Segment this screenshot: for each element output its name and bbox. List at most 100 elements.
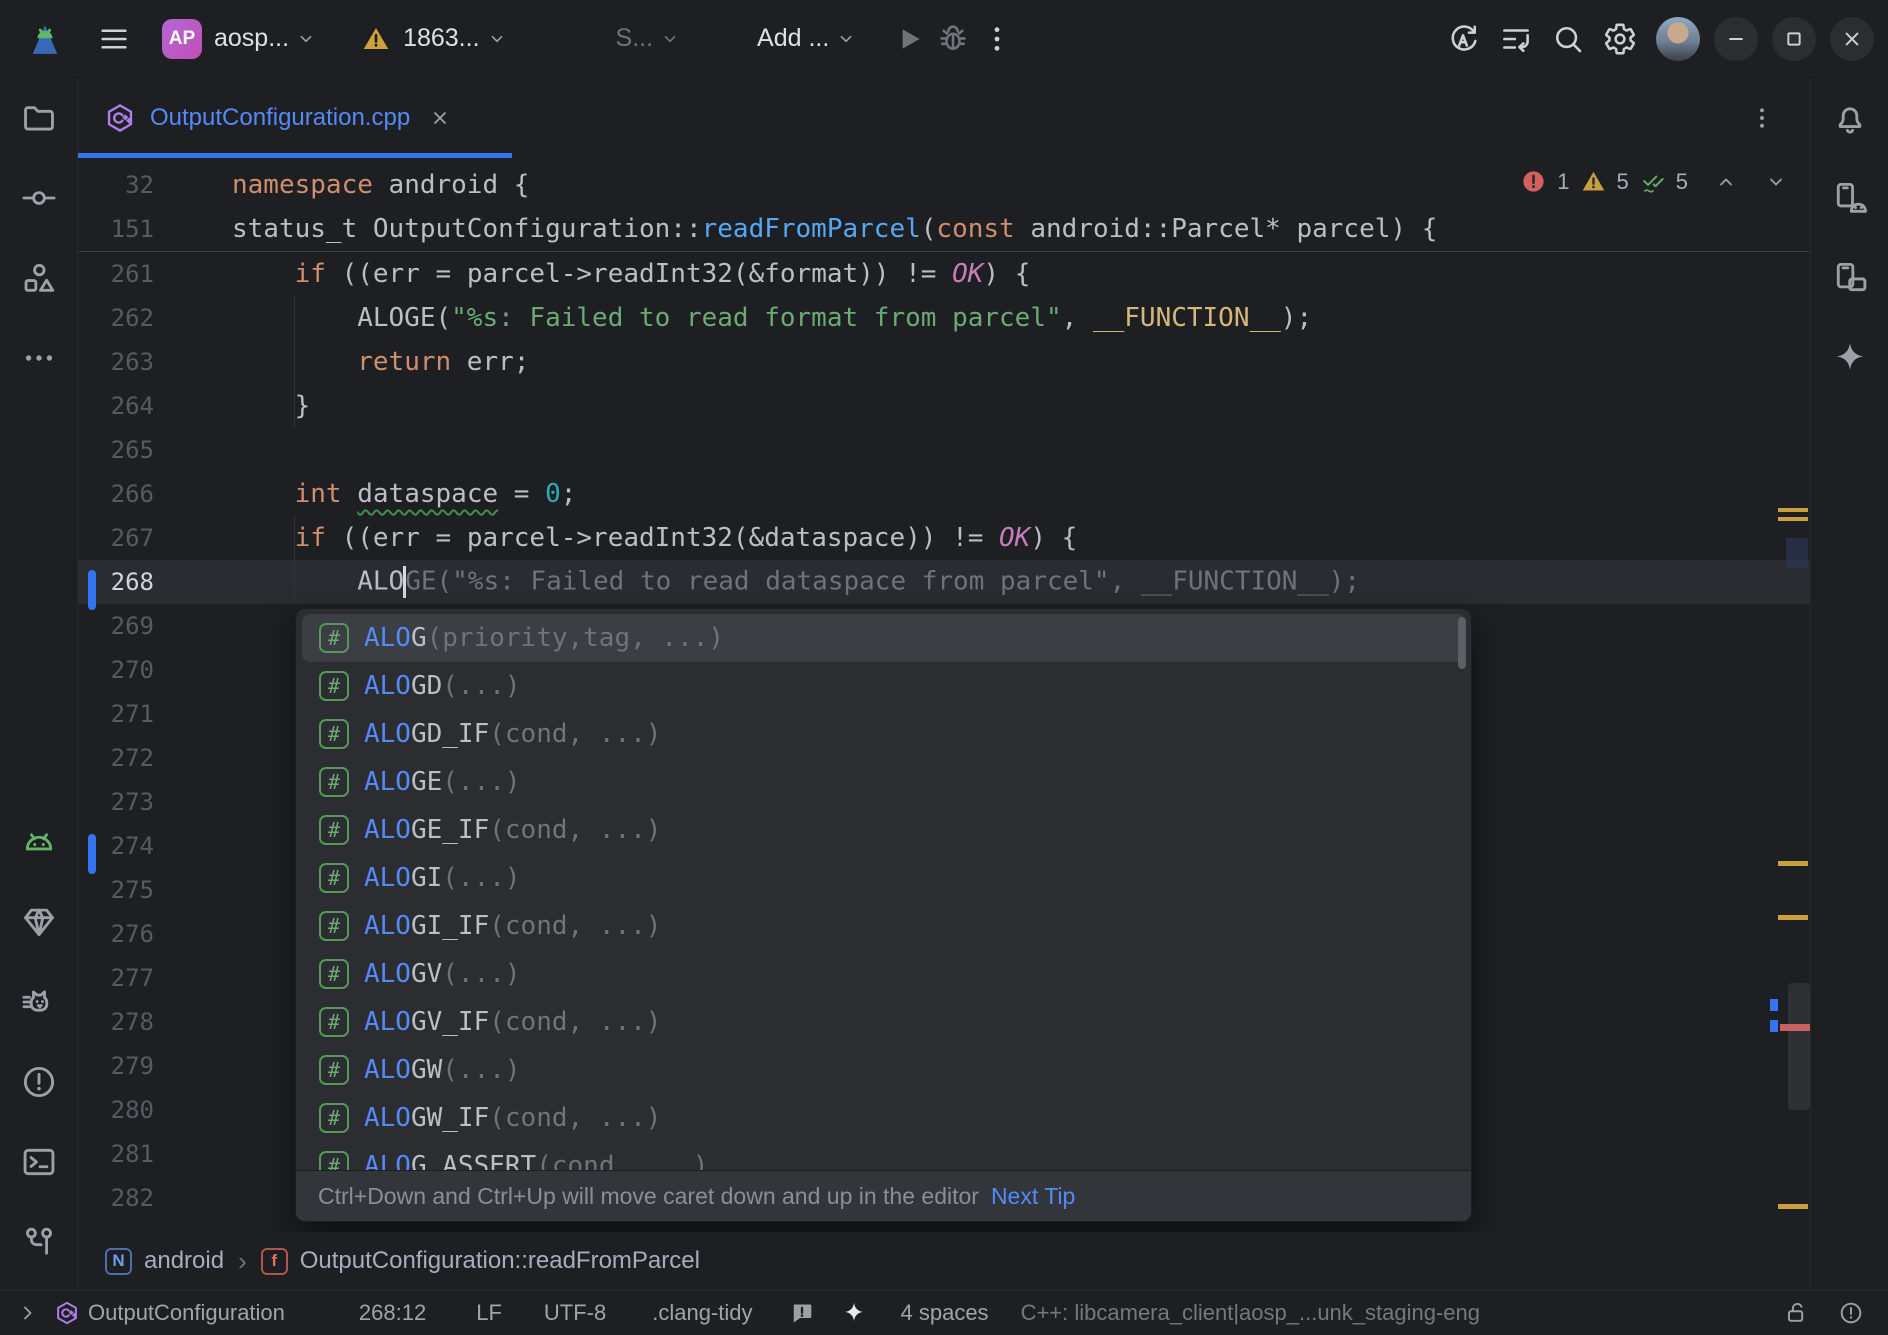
main-menu-button[interactable] bbox=[92, 17, 136, 61]
line-number[interactable]: 271 bbox=[78, 700, 160, 728]
line-number[interactable]: 267 bbox=[78, 524, 160, 552]
vcs-widget[interactable]: 1863... bbox=[361, 24, 507, 54]
run-button[interactable] bbox=[887, 17, 931, 61]
restore-layout-button[interactable] bbox=[1494, 17, 1538, 61]
line-number[interactable]: 277 bbox=[78, 964, 160, 992]
terminal-tool-button[interactable] bbox=[17, 1140, 61, 1184]
a-circular-arrow-button[interactable] bbox=[1442, 17, 1486, 61]
device-selector[interactable]: S... bbox=[604, 24, 682, 53]
breadcrumb-function[interactable]: fOutputConfiguration::readFromParcel bbox=[261, 1247, 700, 1275]
user-avatar[interactable] bbox=[1656, 17, 1700, 61]
maximize-button[interactable] bbox=[1772, 17, 1816, 61]
close-window-button[interactable] bbox=[1830, 17, 1874, 61]
line-number[interactable]: 268 bbox=[78, 568, 160, 596]
line-number[interactable]: 32 bbox=[78, 171, 160, 199]
statusbar-file[interactable]: OutputConfiguration bbox=[54, 1300, 285, 1326]
line-number[interactable]: 281 bbox=[78, 1140, 160, 1168]
running-devices-tool-button[interactable] bbox=[1828, 256, 1872, 300]
device-manager-tool-button[interactable] bbox=[1828, 176, 1872, 220]
editor-line-266[interactable]: 266 int dataspace = 0; bbox=[78, 472, 1810, 516]
run-configuration-selector[interactable]: Add ... bbox=[745, 24, 857, 53]
encoding-widget[interactable]: UTF-8 bbox=[544, 1300, 606, 1326]
problems-tool-button[interactable] bbox=[17, 1060, 61, 1104]
editor-line-268[interactable]: 268 ALOGE("%s: Failed to read dataspace … bbox=[78, 560, 1810, 604]
notifications-button[interactable] bbox=[1828, 96, 1872, 140]
inspections-widget[interactable]: 1 5 5 bbox=[1520, 168, 1788, 195]
inspection-bubble-icon[interactable] bbox=[789, 1300, 815, 1326]
line-number[interactable]: 264 bbox=[78, 392, 160, 420]
settings-button[interactable] bbox=[1598, 17, 1642, 61]
line-number[interactable]: 276 bbox=[78, 920, 160, 948]
completion-item-ALOGI[interactable]: #ALOGI(...) bbox=[302, 854, 1465, 902]
code-editor[interactable]: 32namespace android {151status_t OutputC… bbox=[78, 158, 1810, 1232]
completion-item-ALOGE_IF[interactable]: #ALOGE_IF(cond, ...) bbox=[302, 806, 1465, 854]
indent-guide bbox=[294, 515, 295, 603]
line-number[interactable]: 261 bbox=[78, 260, 160, 288]
completion-item-ALOGE[interactable]: #ALOGE(...) bbox=[302, 758, 1465, 806]
editor-line-261[interactable]: 261 if ((err = parcel->readInt32(&format… bbox=[78, 252, 1810, 296]
line-number[interactable]: 269 bbox=[78, 612, 160, 640]
line-number[interactable]: 272 bbox=[78, 744, 160, 772]
project-tool-button[interactable] bbox=[17, 96, 61, 140]
completion-item-ALOGW[interactable]: #ALOGW(...) bbox=[302, 1046, 1465, 1094]
more-tools-button[interactable] bbox=[17, 336, 61, 380]
close-tab-icon[interactable] bbox=[428, 106, 452, 130]
line-number[interactable]: 274 bbox=[78, 832, 160, 860]
project-avatar[interactable]: AP bbox=[162, 19, 202, 59]
caret-position-widget[interactable]: 268:12 bbox=[359, 1300, 426, 1326]
gemini-tool-button[interactable] bbox=[1828, 336, 1872, 380]
previous-problem-icon[interactable] bbox=[1714, 170, 1738, 194]
completion-item-ALOGD_IF[interactable]: #ALOGD_IF(cond, ...) bbox=[302, 710, 1465, 758]
editor-line-151[interactable]: 151status_t OutputConfiguration::readFro… bbox=[78, 207, 1810, 251]
next-problem-icon[interactable] bbox=[1764, 170, 1788, 194]
editor-line-262[interactable]: 262 ALOGE("%s: Failed to read format fro… bbox=[78, 296, 1810, 340]
completion-item-ALOGI_IF[interactable]: #ALOGI_IF(cond, ...) bbox=[302, 902, 1465, 950]
expand-stripe-icon[interactable] bbox=[16, 1301, 40, 1325]
breadcrumb-namespace[interactable]: Nandroid bbox=[105, 1247, 224, 1275]
completion-item-ALOG[interactable]: #ALOG(priority,tag, ...) bbox=[302, 614, 1465, 662]
app-quality-insights-tool-button[interactable] bbox=[17, 900, 61, 944]
line-number[interactable]: 151 bbox=[78, 215, 160, 243]
tab-outputconfiguration-cpp[interactable]: OutputConfiguration.cpp bbox=[78, 78, 512, 158]
line-number[interactable]: 262 bbox=[78, 304, 160, 332]
popup-scrollbar-thumb[interactable] bbox=[1458, 617, 1466, 669]
line-number[interactable]: 263 bbox=[78, 348, 160, 376]
device-selector-label: S... bbox=[616, 24, 654, 53]
completion-item-ALOGD[interactable]: #ALOGD(...) bbox=[302, 662, 1465, 710]
editor-line-267[interactable]: 267 if ((err = parcel->readInt32(&datasp… bbox=[78, 516, 1810, 560]
tab-options-button[interactable] bbox=[1740, 96, 1784, 140]
line-number[interactable]: 279 bbox=[78, 1052, 160, 1080]
completion-item-ALOGW_IF[interactable]: #ALOGW_IF(cond, ...) bbox=[302, 1094, 1465, 1142]
profiler-tool-button[interactable] bbox=[17, 980, 61, 1024]
line-number[interactable]: 280 bbox=[78, 1096, 160, 1124]
debug-button[interactable] bbox=[931, 17, 975, 61]
line-number[interactable]: 266 bbox=[78, 480, 160, 508]
line-separator-widget[interactable]: LF bbox=[476, 1300, 502, 1326]
editor-line-265[interactable]: 265 bbox=[78, 428, 1810, 472]
next-tip-link[interactable]: Next Tip bbox=[991, 1183, 1075, 1210]
commit-tool-button[interactable] bbox=[17, 176, 61, 220]
line-number[interactable]: 273 bbox=[78, 788, 160, 816]
unlock-icon[interactable] bbox=[1784, 1300, 1810, 1326]
more-actions-button[interactable] bbox=[975, 17, 1019, 61]
line-number[interactable]: 265 bbox=[78, 436, 160, 464]
sparkle-icon[interactable] bbox=[841, 1300, 867, 1326]
line-number[interactable]: 270 bbox=[78, 656, 160, 684]
indent-widget[interactable]: 4 spaces bbox=[901, 1300, 989, 1326]
minimize-button[interactable] bbox=[1714, 17, 1758, 61]
completion-item-ALOGV_IF[interactable]: #ALOGV_IF(cond, ...) bbox=[302, 998, 1465, 1046]
line-number[interactable]: 275 bbox=[78, 876, 160, 904]
toolchain-widget[interactable]: C++: libcamera_client|aosp_...unk_stagin… bbox=[1021, 1300, 1480, 1326]
structure-tool-button[interactable] bbox=[17, 256, 61, 300]
line-number[interactable]: 282 bbox=[78, 1184, 160, 1212]
completion-item-ALOGV[interactable]: #ALOGV(...) bbox=[302, 950, 1465, 998]
search-everywhere-button[interactable] bbox=[1546, 17, 1590, 61]
logcat-tool-button[interactable] bbox=[17, 820, 61, 864]
line-number[interactable]: 278 bbox=[78, 1008, 160, 1036]
editor-line-264[interactable]: 264 } bbox=[78, 384, 1810, 428]
version-control-tool-button[interactable] bbox=[17, 1220, 61, 1264]
editor-line-263[interactable]: 263 return err; bbox=[78, 340, 1810, 384]
error-circle-icon[interactable] bbox=[1838, 1300, 1864, 1326]
analyzer-widget[interactable]: .clang-tidy bbox=[652, 1300, 752, 1326]
project-selector[interactable]: aosp... bbox=[202, 24, 317, 53]
